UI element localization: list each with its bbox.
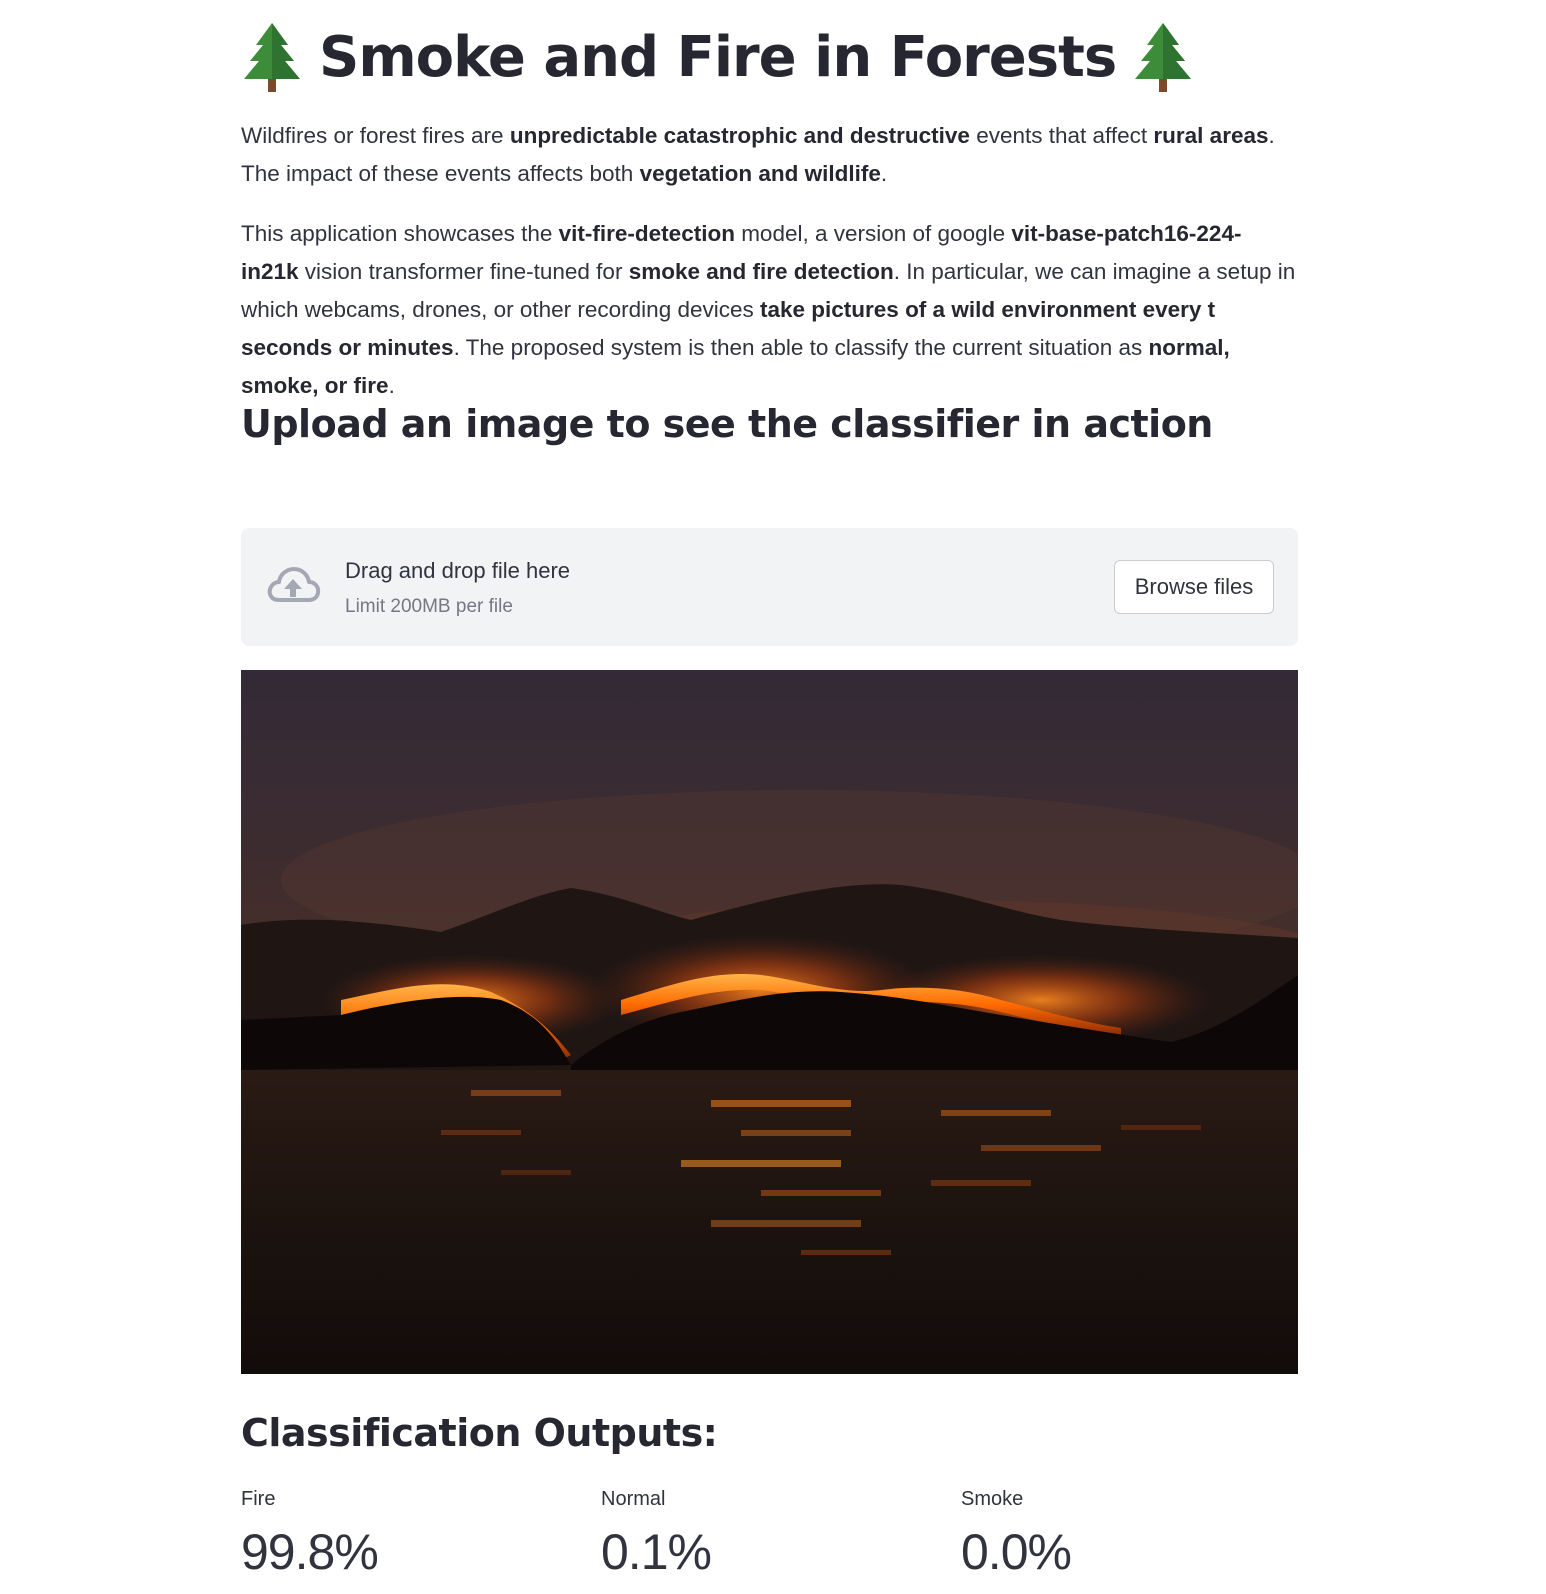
metric-value: 0.1% [601,1524,712,1580]
upload-header: Upload an image to see the classifier in… [241,402,1213,446]
metric-label: Normal [601,1488,666,1510]
classification-outputs-header: Classification Outputs: [241,1411,718,1455]
metric-value: 0.0% [961,1524,1072,1580]
metric-fire: Fire 99.8% [241,1488,581,1581]
metric-normal: Normal 0.1% [601,1488,941,1581]
browse-files-button[interactable]: Browse files [1114,560,1274,614]
page-title: Smoke and Fire in Forests [241,18,1194,96]
evergreen-tree-icon [1135,23,1192,92]
title-text: Smoke and Fire in Forests [319,24,1117,90]
metric-smoke: Smoke 0.0% [961,1488,1301,1581]
file-uploader-dropzone[interactable]: Drag and drop file here Limit 200MB per … [241,528,1298,646]
intro-paragraph-2: This application showcases the vit-fire-… [241,221,1296,398]
intro-paragraph-1: Wildfires or forest fires are unpredicta… [241,123,1275,186]
dropzone-instructions: Drag and drop file here [345,558,571,583]
dropzone-limit: Limit 200MB per file [345,596,513,617]
metric-value: 99.8% [241,1524,379,1580]
evergreen-tree-icon [244,23,300,92]
cloud-upload-icon [267,567,321,602]
uploaded-image [241,670,1298,1374]
metric-label: Fire [241,1488,276,1510]
metric-label: Smoke [961,1488,1024,1510]
